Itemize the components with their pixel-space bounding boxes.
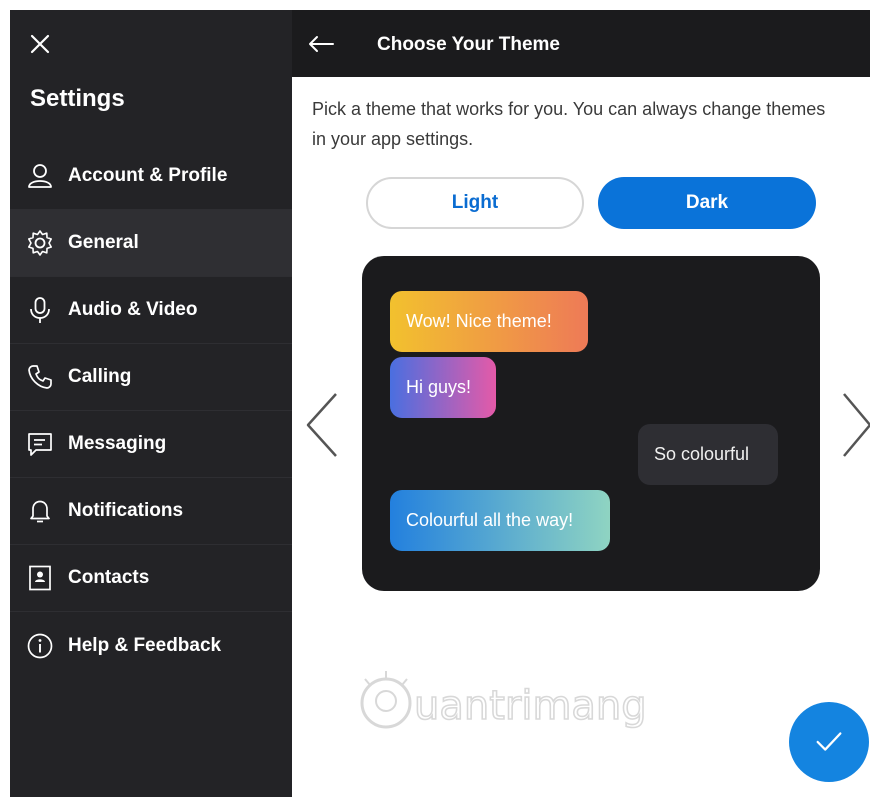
light-theme-button[interactable]: Light [366,177,584,229]
chat-bubble: Hi guys! [390,357,496,418]
sidebar-item-contacts[interactable]: Contacts [10,545,292,612]
checkmark-icon [816,732,842,751]
sidebar-item-label: Calling [68,366,132,387]
chat-bubble: Colourful all the way! [390,490,610,551]
previous-theme-arrow-icon[interactable] [302,390,342,460]
settings-sidebar: Settings Account & Profile General Audio… [10,10,292,797]
chat-bubble: So colourful [638,424,778,485]
close-icon[interactable] [28,32,52,56]
settings-menu: Account & Profile General Audio & Video … [10,143,292,679]
sidebar-item-label: Messaging [68,433,167,454]
bell-icon [10,496,68,526]
sidebar-item-help-feedback[interactable]: Help & Feedback [10,612,292,679]
theme-header: Choose Your Theme [292,10,870,77]
person-icon [10,161,68,191]
message-icon [10,429,68,459]
contact-card-icon [10,563,68,593]
theme-description: Pick a theme that works for you. You can… [312,99,826,149]
sidebar-item-label: Account & Profile [68,165,228,186]
sidebar-item-label: Contacts [68,567,150,588]
sidebar-item-label: Audio & Video [68,299,198,320]
back-arrow-icon[interactable] [306,32,336,56]
info-icon [10,631,68,661]
sidebar-item-messaging[interactable]: Messaging [10,411,292,478]
theme-preview: Wow! Nice theme! Hi guys! So colourful C… [362,256,820,591]
sidebar-item-notifications[interactable]: Notifications [10,478,292,545]
gear-icon [10,228,68,258]
phone-icon [10,362,68,392]
sidebar-item-calling[interactable]: Calling [10,344,292,411]
microphone-icon [10,295,68,325]
sidebar-item-account-profile[interactable]: Account & Profile [10,143,292,210]
sidebar-item-general[interactable]: General [10,210,292,277]
sidebar-item-label: Notifications [68,500,184,521]
sidebar-item-label: Help & Feedback [68,634,222,656]
confirm-button[interactable] [789,702,869,782]
next-theme-arrow-icon[interactable] [840,390,870,460]
settings-title: Settings [30,85,125,112]
sidebar-item-audio-video[interactable]: Audio & Video [10,277,292,344]
watermark-logo: uantrimang [356,665,656,735]
dark-theme-button[interactable]: Dark [598,177,816,229]
sidebar-item-label: General [68,232,139,253]
watermark-text: uantrimang [414,683,647,729]
chat-bubble: Wow! Nice theme! [390,291,588,352]
page-title: Choose Your Theme [377,34,560,55]
